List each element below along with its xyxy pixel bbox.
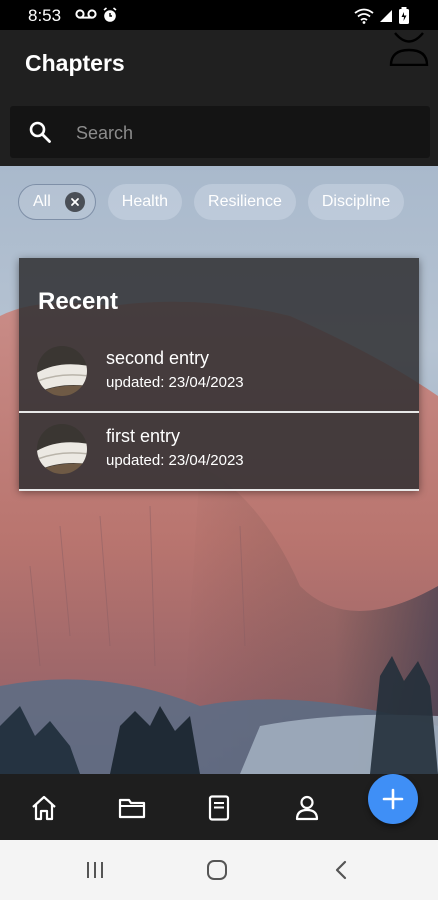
add-entry-button[interactable] — [368, 774, 418, 824]
entry-updated-date: updated: 23/04/2023 — [106, 374, 244, 391]
close-icon[interactable] — [64, 192, 85, 212]
list-item[interactable]: second entry updated: 23/04/2023 — [19, 335, 419, 413]
wifi-icon — [354, 8, 374, 24]
nav-folder-button[interactable] — [112, 788, 152, 828]
search-input[interactable] — [74, 106, 418, 160]
plus-icon — [382, 788, 404, 810]
entry-title: second entry — [106, 348, 210, 368]
app-header: Chapters — [0, 30, 438, 166]
home-icon — [32, 795, 56, 821]
nav-profile-button[interactable] — [287, 788, 327, 828]
entry-updated-date: updated: 23/04/2023 — [106, 452, 244, 469]
entry-thumbnail — [37, 346, 87, 396]
home-icon — [207, 860, 227, 880]
battery-icon — [399, 7, 409, 24]
chip-label: Resilience — [208, 193, 282, 210]
person-outline-icon — [389, 32, 429, 67]
category-chips: All Health Resilience Discipline — [18, 184, 405, 220]
back-button[interactable] — [326, 856, 356, 884]
system-navigation — [0, 840, 438, 900]
chip-resilience[interactable]: Resilience — [194, 184, 296, 220]
recent-card: Recent second entry updated: 23/04/2023 … — [19, 258, 419, 491]
nav-notebook-button[interactable] — [199, 788, 239, 828]
search-icon — [29, 121, 51, 143]
chip-health[interactable]: Health — [107, 184, 183, 220]
back-icon — [335, 860, 347, 880]
chip-label: Discipline — [321, 193, 391, 210]
chip-all[interactable]: All — [18, 184, 96, 220]
signal-icon — [380, 9, 392, 22]
profile-icon — [295, 795, 319, 821]
entry-title: first entry — [106, 426, 181, 446]
chip-discipline[interactable]: Discipline — [307, 184, 405, 220]
search-bar[interactable] — [10, 106, 430, 160]
recents-icon — [87, 862, 103, 878]
status-bar: 8:53 — [0, 0, 438, 30]
page-title: Chapters — [25, 50, 125, 76]
list-item[interactable]: first entry updated: 23/04/2023 — [19, 413, 419, 491]
system-home-button[interactable] — [202, 856, 232, 884]
nav-home-button[interactable] — [24, 788, 64, 828]
notebook-icon — [208, 795, 230, 821]
chip-label: All — [33, 193, 51, 210]
entry-thumbnail — [37, 424, 87, 474]
profile-button[interactable] — [388, 32, 430, 68]
alarm-icon — [103, 7, 117, 22]
voicemail-icon — [75, 9, 97, 19]
recents-button[interactable] — [80, 856, 110, 884]
recent-heading: Recent — [38, 288, 119, 315]
status-time: 8:53 — [28, 6, 62, 25]
chip-label: Health — [121, 193, 169, 210]
divider — [19, 489, 419, 491]
folder-icon — [118, 798, 146, 819]
